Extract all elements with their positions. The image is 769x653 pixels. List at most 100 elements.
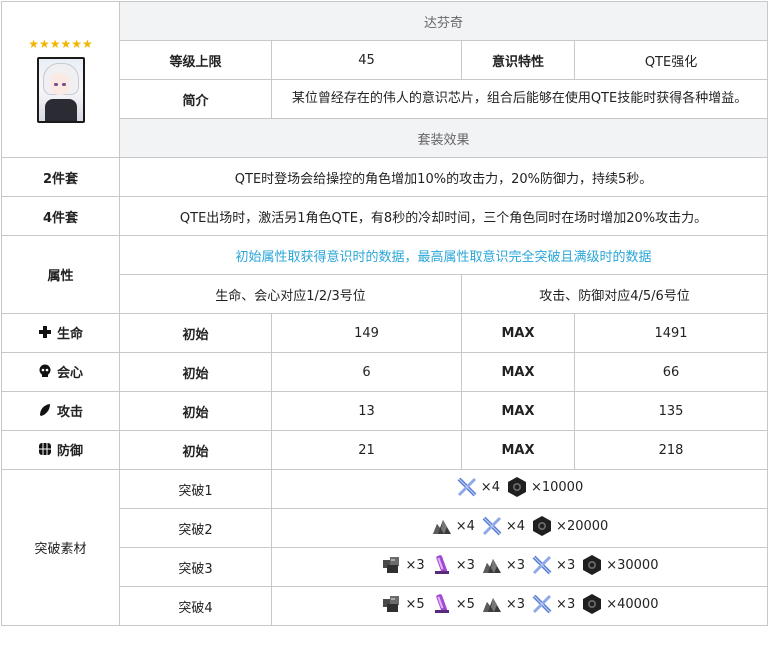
stat-name-cell: 会心 [1,352,120,392]
stat-name: 生命 [56,326,83,342]
material-item: ×10000 [506,476,583,498]
blue-crystal-icon [531,593,556,615]
right-slots-note: 攻击、防御对应4/5/6号位 [460,274,769,314]
material-quantity: ×3 [556,596,576,612]
two-piece-value: QTE时登场会给操控的角色增加10%的攻击力，20%防御力，持续5秒。 [118,157,769,197]
breakthrough-stage: 突破2 [119,508,272,548]
blue-crystal-icon [481,515,506,537]
stat-name: 会心 [56,365,83,381]
material-item: ×4 [431,515,475,537]
purple-tube-icon [431,554,456,576]
material-item: ×3 [531,593,575,615]
material-list: ×5 ×5 ×3 ×3 ×40000 [270,586,769,626]
dark-ore-icon [481,593,506,615]
material-item: ×3 [531,554,575,576]
attributes-label: 属性 [1,235,120,314]
init-label: 初始 [119,430,272,470]
purple-tube-icon [431,593,456,615]
dark-ore-icon [481,554,506,576]
material-item: ×4 [481,515,525,537]
material-item: ×3 [481,554,525,576]
material-item: ×3 [381,554,425,576]
stat-name: 防御 [56,443,83,459]
max-value: 1491 [573,313,769,353]
rarity-stars: ★★★★★★ [28,36,93,51]
material-quantity: ×4 [455,518,475,534]
breakthrough-stage: 突破3 [119,547,272,587]
stat-name-cell: 生命 [1,313,120,353]
material-item: ×5 [431,593,475,615]
intro-label: 简介 [119,79,272,119]
stat-name-cell: 攻击 [1,391,120,431]
material-quantity: ×3 [556,557,576,573]
gear-nut-icon [581,554,606,576]
set-effect-title: 套装效果 [118,118,769,158]
gear-nut-icon [506,476,531,498]
material-quantity: ×3 [405,557,425,573]
cross-icon [38,326,51,339]
stat-name-cell: 防御 [1,430,120,470]
material-quantity: ×30000 [606,557,659,573]
max-label: MAX [461,430,575,470]
gear-nut-icon [581,593,606,615]
init-value: 6 [271,352,462,392]
trait-label: 意识特性 [461,40,575,80]
max-value: 135 [573,391,769,431]
breakthrough-stage: 突破4 [119,586,272,626]
stigmata-name: 达芬奇 [118,1,769,41]
stat-row: 会心 初始 6 MAX 66 [1,352,769,392]
init-value: 149 [271,313,462,353]
max-value: 218 [573,430,769,470]
material-quantity: ×3 [505,557,526,573]
init-value: 13 [271,391,462,431]
max-value: 66 [573,352,769,392]
four-piece-label: 4件套 [1,196,120,236]
trait-value: QTE强化 [573,40,769,80]
material-quantity: ×4 [505,518,526,534]
left-slots-note: 生命、会心对应1/2/3号位 [119,274,462,314]
material-item: ×20000 [531,515,608,537]
blue-crystal-icon [456,476,481,498]
metal-chunk-icon [381,593,406,615]
metal-chunk-icon [381,554,406,576]
breakthrough-label: 突破素材 [1,469,120,626]
stat-row: 生命 初始 149 MAX 1491 [1,313,769,353]
init-value: 21 [271,430,462,470]
material-item: ×3 [481,593,525,615]
material-item: ×30000 [581,554,658,576]
character-portrait [36,56,85,123]
level-cap-value: 45 [271,40,462,80]
gear-nut-icon [531,515,556,537]
stat-row: 攻击 初始 13 MAX 135 [1,391,769,431]
material-list: ×3 ×3 ×3 ×3 ×30000 [270,547,769,587]
two-piece-label: 2件套 [1,157,120,197]
stigmata-info-table: ★★★★★★ 达芬奇 等级上限 45 意识特性 QTE强化 简介 某位曾经存在的… [1,1,769,626]
material-item: ×40000 [581,593,658,615]
init-label: 初始 [119,352,272,392]
max-label: MAX [461,313,575,353]
stat-row: 防御 初始 21 MAX 218 [1,430,769,470]
material-list: ×4 ×10000 [270,469,769,509]
skull-icon [39,364,51,378]
portrait-cell: ★★★★★★ [1,1,120,158]
level-cap-label: 等级上限 [119,40,272,80]
breakthrough-stage: 突破1 [119,469,272,509]
max-label: MAX [461,391,575,431]
init-label: 初始 [119,391,272,431]
material-quantity: ×20000 [556,518,609,534]
material-quantity: ×3 [505,596,526,612]
stat-name: 攻击 [56,404,83,420]
material-quantity: ×3 [455,557,475,573]
blue-crystal-icon [531,554,556,576]
material-quantity: ×5 [455,596,475,612]
init-label: 初始 [119,313,272,353]
material-quantity: ×5 [405,596,425,612]
feather-icon [39,404,50,417]
intro-value: 某位曾经存在的伟人的意识芯片，组合后能够在使用QTE技能时获得各种增益。 [270,79,769,119]
material-item: ×3 [431,554,475,576]
material-item: ×4 [456,476,500,498]
dark-ore-icon [431,515,456,537]
four-piece-value: QTE出场时，激活另1角色QTE，有8秒的冷却时间，三个角色同时在场时增加20%… [118,196,769,236]
max-label: MAX [461,352,575,392]
shield-icon [38,443,51,456]
